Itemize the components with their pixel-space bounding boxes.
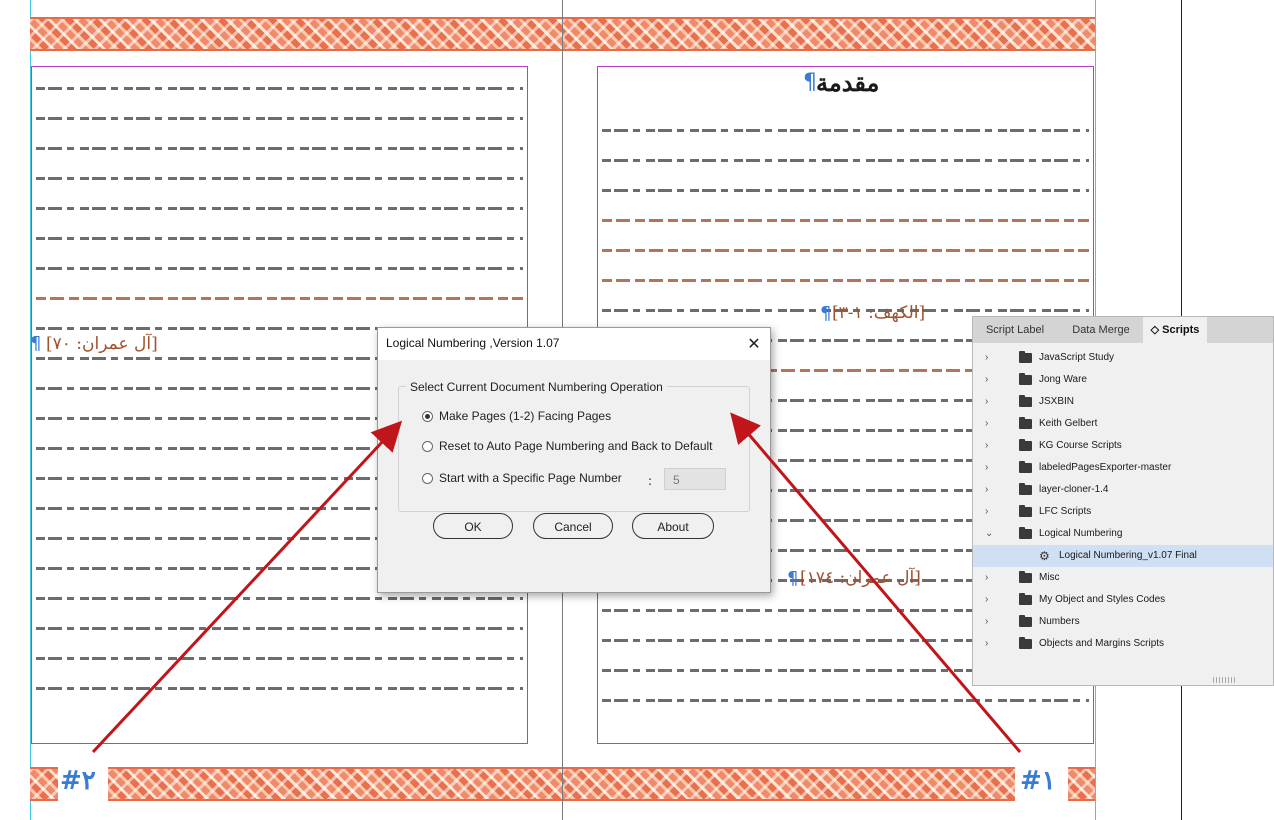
script-folder-logical-numbering[interactable]: ⌄ Logical Numbering: [973, 523, 1273, 545]
option-reset-auto-numbering[interactable]: Reset to Auto Page Numbering and Back to…: [422, 437, 713, 455]
radio-selected[interactable]: [422, 410, 433, 422]
option-facing-pages-label: Make Pages (1-2) Facing Pages: [439, 409, 612, 423]
chevron-right-icon[interactable]: ›: [985, 435, 995, 457]
right-verse-reference-1: [الكهف: ١-٣]: [832, 303, 926, 323]
right-page-heading: مقدمة: [816, 68, 880, 97]
script-folder-javascript-study[interactable]: › JavaScript Study: [973, 347, 1273, 369]
panel-tab-bar: Script Label Data Merge ◇ Scripts: [973, 317, 1273, 343]
script-item-logical-numbering-v107[interactable]: ⚙ Logical Numbering_v1.07 Final: [973, 545, 1273, 567]
chevron-right-icon[interactable]: ›: [985, 611, 995, 633]
bottom-ornament-right-b: [1068, 767, 1095, 801]
number-field-colon: :: [648, 474, 653, 488]
start-number-field[interactable]: 5: [664, 468, 726, 490]
cancel-button[interactable]: Cancel: [533, 513, 613, 539]
script-folder-misc[interactable]: › Misc: [973, 567, 1273, 589]
radio-unselected[interactable]: [422, 440, 433, 452]
folder-icon: [1019, 637, 1032, 649]
about-button[interactable]: About: [632, 513, 714, 539]
script-folder-lfc-scripts[interactable]: › LFC Scripts: [973, 501, 1273, 523]
left-pilcrow: ¶: [30, 333, 42, 354]
left-verse-reference: [آل عمران: ٧٠]: [46, 334, 158, 354]
scripts-panel[interactable]: Script Label Data Merge ◇ Scripts › JavaS…: [972, 316, 1274, 686]
heading-pilcrow: ¶: [803, 70, 817, 95]
tab-script-label[interactable]: Script Label: [973, 317, 1057, 343]
script-folder-labeled-pages-exporter[interactable]: › labeledPagesExporter-master: [973, 457, 1273, 479]
folder-icon: [1019, 505, 1032, 517]
chevron-right-icon[interactable]: ›: [985, 457, 995, 479]
bottom-ornament-left-b: [108, 767, 562, 801]
script-file-icon: ⚙: [1039, 549, 1050, 563]
right-page-number: #١: [1020, 766, 1056, 796]
script-folder-kg-course-scripts[interactable]: › KG Course Scripts: [973, 435, 1273, 457]
script-folder-my-object-styles[interactable]: › My Object and Styles Codes: [973, 589, 1273, 611]
tab-scripts[interactable]: ◇ Scripts: [1143, 317, 1207, 343]
chevron-right-icon[interactable]: ›: [985, 347, 995, 369]
close-icon[interactable]: ✕: [742, 332, 766, 356]
chevron-right-icon[interactable]: ›: [985, 479, 995, 501]
script-folder-objects-margins[interactable]: › Objects and Margins Scripts: [973, 633, 1273, 655]
right-verse-reference-2: [آل عمران: ١٧٤]: [800, 568, 921, 588]
folder-icon: [1019, 439, 1032, 451]
chevron-right-icon[interactable]: ›: [985, 589, 995, 611]
folder-icon: [1019, 373, 1032, 385]
folder-icon: [1019, 571, 1032, 583]
folder-icon: [1019, 483, 1032, 495]
chevron-right-icon[interactable]: ›: [985, 369, 995, 391]
top-ornament-left: [30, 17, 562, 51]
chevron-right-icon[interactable]: ›: [985, 567, 995, 589]
chevron-right-icon[interactable]: ›: [985, 501, 995, 523]
script-folder-jsxbin[interactable]: › JSXBIN: [973, 391, 1273, 413]
chevron-right-icon[interactable]: ›: [985, 633, 995, 655]
right-pilcrow-1: ¶: [820, 303, 832, 324]
chevron-right-icon[interactable]: ›: [985, 391, 995, 413]
bottom-ornament-right-a: [563, 767, 1015, 801]
script-folder-numbers[interactable]: › Numbers: [973, 611, 1273, 633]
folder-icon: [1019, 461, 1032, 473]
left-page-number: #٢: [60, 766, 96, 796]
tab-data-merge[interactable]: Data Merge: [1059, 317, 1143, 343]
bottom-ornament-left-a: [30, 767, 58, 801]
option-specific-start[interactable]: Start with a Specific Page Number: [422, 469, 622, 487]
folder-icon: [1019, 527, 1032, 539]
chevron-down-icon[interactable]: ⌄: [985, 523, 995, 545]
ok-button[interactable]: OK: [433, 513, 513, 539]
script-folder-layer-cloner[interactable]: › layer-cloner-1.4: [973, 479, 1273, 501]
chevron-right-icon[interactable]: ›: [985, 413, 995, 435]
right-pilcrow-2: ¶: [787, 568, 799, 589]
option-reset-label: Reset to Auto Page Numbering and Back to…: [439, 439, 713, 453]
folder-icon: [1019, 417, 1032, 429]
folder-icon: [1019, 615, 1032, 627]
script-folder-jong-ware[interactable]: › Jong Ware: [973, 369, 1273, 391]
folder-icon: [1019, 593, 1032, 605]
folder-icon: [1019, 351, 1032, 363]
top-ornament-right: [563, 17, 1095, 51]
dialog-title: Logical Numbering ,Version 1.07: [386, 336, 560, 350]
script-folder-keith-gelbert[interactable]: › Keith Gelbert: [973, 413, 1273, 435]
logical-numbering-dialog: Logical Numbering ,Version 1.07 ✕ Select…: [377, 327, 771, 593]
panel-resize-grip[interactable]: [1213, 677, 1235, 683]
option-specific-label: Start with a Specific Page Number: [439, 471, 622, 485]
option-facing-pages[interactable]: Make Pages (1-2) Facing Pages: [422, 407, 611, 425]
folder-icon: [1019, 395, 1032, 407]
operation-group-label: Select Current Document Numbering Operat…: [406, 380, 667, 394]
radio-unselected[interactable]: [422, 472, 433, 484]
